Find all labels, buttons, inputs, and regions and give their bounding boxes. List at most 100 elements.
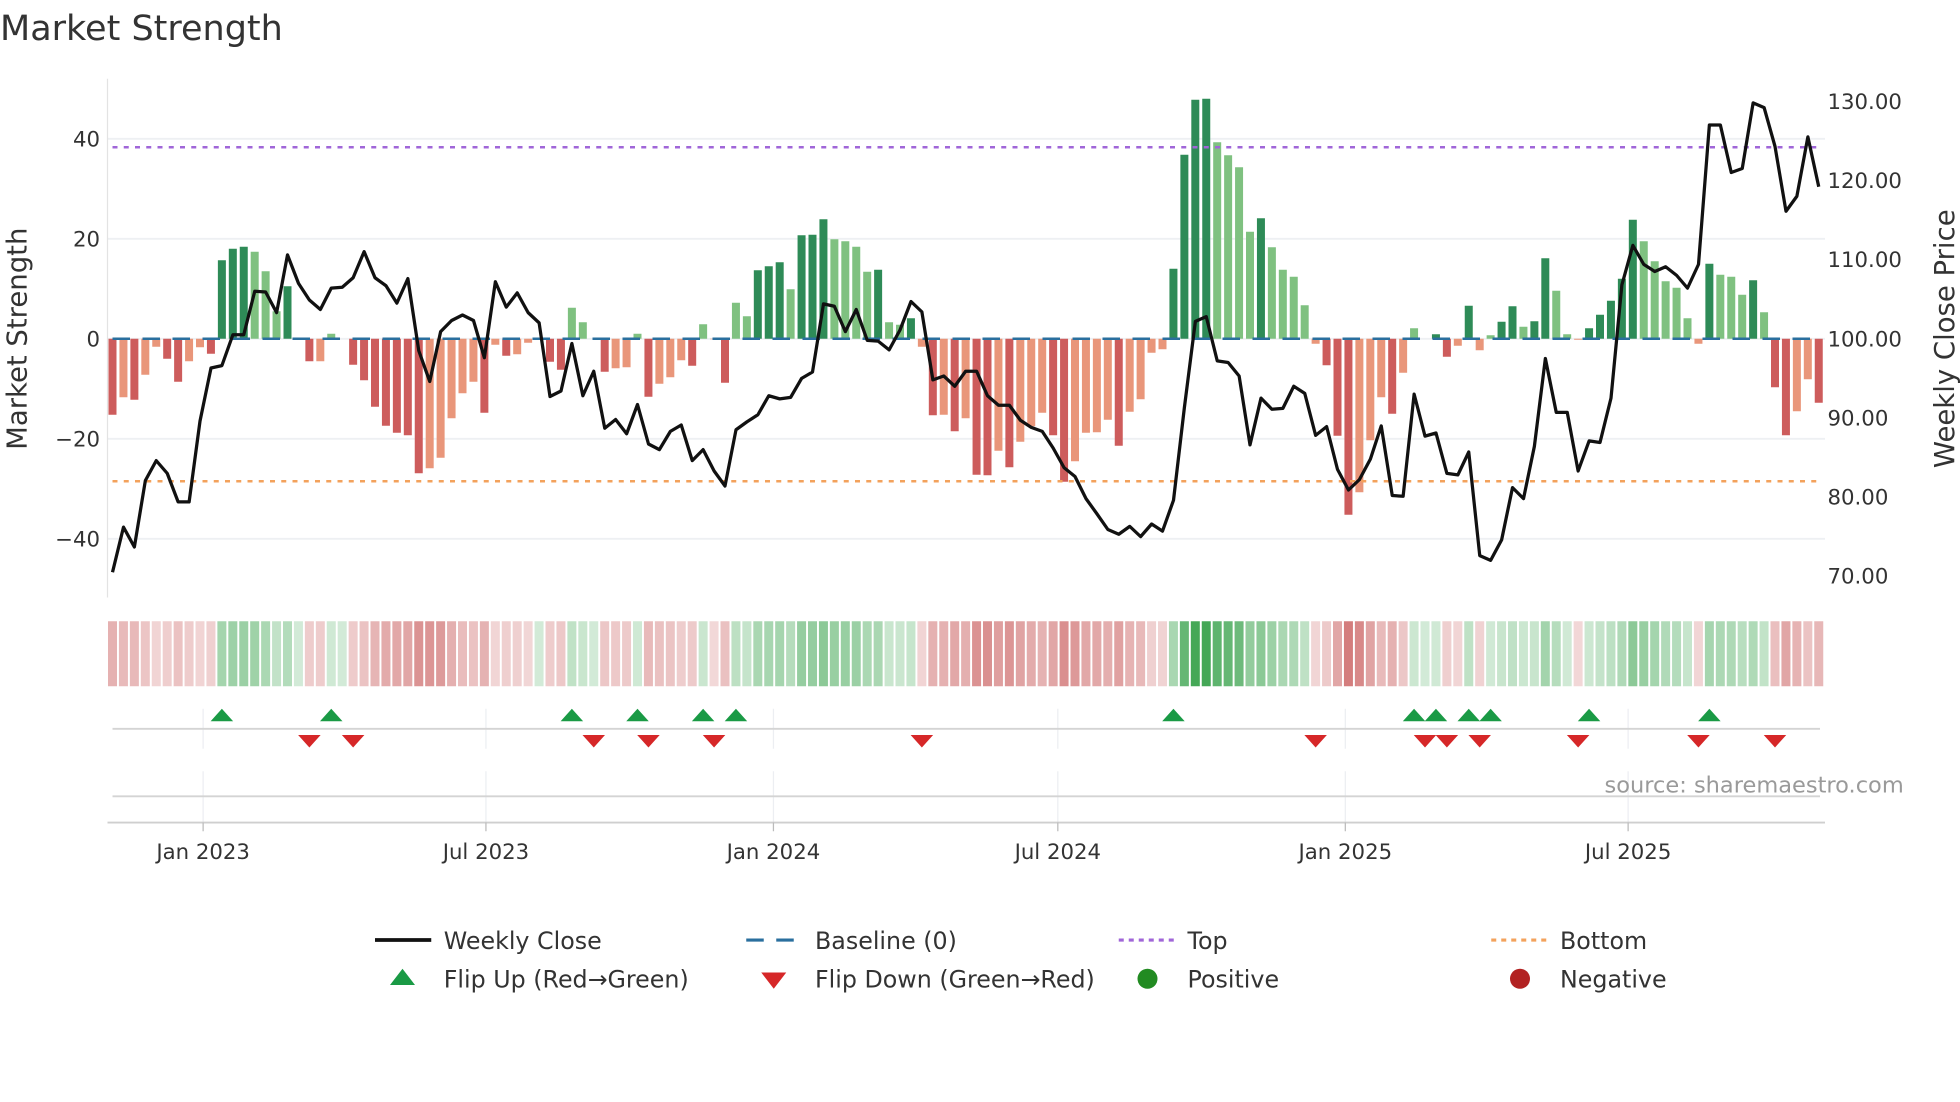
heat-strip-cell <box>1814 621 1824 687</box>
heat-strip-cell <box>1759 621 1769 687</box>
heat-strip-cell <box>545 621 555 687</box>
heat-strip-cell <box>808 621 818 687</box>
x-tick-label: Jan 2024 <box>725 840 821 865</box>
heat-strip-cell <box>326 621 336 687</box>
flip-up-marker <box>1424 708 1448 722</box>
heat-strip-cell <box>403 621 413 687</box>
heat-strip-cell <box>1267 621 1277 687</box>
heat-strip-cell <box>1475 621 1485 687</box>
heat-strip-cell <box>1322 621 1332 687</box>
heat-strip-cell <box>1136 621 1146 687</box>
negative-bar <box>206 338 215 354</box>
heat-strip-cell <box>1114 621 1124 687</box>
x-ticks: Jan 2023 Jul 2023 Jan 2024 Jul 2024 Jan 2025… <box>154 822 1671 865</box>
heat-strip-cell <box>283 621 292 687</box>
heat-strip-cell <box>1595 621 1605 687</box>
positive-bar <box>764 266 773 339</box>
negative-bar <box>1136 338 1145 400</box>
flip-down-marker <box>702 735 726 748</box>
heat-strip-cell <box>392 621 402 687</box>
negative-bar <box>622 338 631 368</box>
heat-strip-cell <box>479 621 489 687</box>
heat-strip-cell <box>862 621 872 687</box>
heat-strip-cell <box>567 621 577 687</box>
heat-strip-cell <box>151 621 161 687</box>
negative-bar <box>196 338 204 348</box>
legend-triangle-up-icon <box>390 968 415 985</box>
flip-up-marker <box>724 708 748 722</box>
negative-bar <box>546 338 554 362</box>
heat-strip-cell <box>468 621 478 687</box>
heat-strip-cell <box>370 621 380 687</box>
heat-strip-cell <box>490 621 500 687</box>
y2-tick-label: 80.00 <box>1828 486 1889 511</box>
legend-label: Bottom <box>1560 927 1647 955</box>
heat-strip-cell <box>1529 621 1539 687</box>
heat-strip-cell <box>1617 621 1627 687</box>
heat-strip-cell <box>195 621 205 687</box>
heat-strip-cell <box>1518 621 1528 687</box>
heat-strip-cell <box>884 621 894 687</box>
negative-bar <box>666 338 675 378</box>
heat-strip-cell <box>611 621 621 687</box>
positive-bar <box>1760 312 1769 339</box>
negative-bar <box>1103 338 1112 420</box>
legend-label: Negative <box>1560 966 1667 994</box>
legend-label: Top <box>1187 927 1228 955</box>
negative-bar <box>371 338 379 407</box>
positive-bar <box>699 324 708 339</box>
heat-strip-cell <box>1092 621 1102 687</box>
heat-strip-cell <box>775 621 785 687</box>
negative-bar <box>1114 338 1123 446</box>
heat-strip-cell <box>1333 621 1342 687</box>
heat-strip-cell <box>709 621 719 687</box>
positive-bar <box>1727 276 1736 339</box>
flip-up-marker <box>320 708 343 722</box>
negative-bar <box>1027 338 1036 427</box>
heat-strip-cell <box>1158 621 1167 687</box>
heat-strip-cell <box>1289 621 1299 687</box>
flip-down-marker <box>1304 735 1327 748</box>
positive-bar <box>753 270 762 339</box>
heat-strip-cell <box>1486 621 1496 687</box>
heat-strip-cell <box>1004 621 1014 687</box>
positive-bar <box>874 269 883 339</box>
positive-bar <box>228 248 237 339</box>
heat-strip-cell <box>840 621 850 687</box>
positive-bar <box>775 262 784 339</box>
flip-up-marker <box>1457 708 1480 722</box>
heat-strip-cell <box>1792 621 1802 687</box>
positive-bar <box>1410 328 1419 339</box>
heat-strip-cell <box>1147 621 1157 687</box>
heat-strip-cell <box>184 621 194 687</box>
positive-bar <box>742 316 751 339</box>
negative-bar <box>436 338 445 458</box>
heat-strip-cell <box>217 621 227 687</box>
positive-bar <box>808 234 817 339</box>
positive-bar <box>1596 314 1605 339</box>
negative-bar <box>1377 338 1386 398</box>
positive-bar <box>1585 328 1594 339</box>
heat-strip-cell <box>1803 621 1813 687</box>
negative-bar <box>1005 338 1014 468</box>
positive-bar <box>1202 98 1211 339</box>
heat-strip-cell <box>797 621 807 687</box>
heat-strip-cell <box>1726 621 1736 687</box>
heat-strip-cell <box>720 621 730 687</box>
flip-down-marker <box>1413 735 1437 748</box>
legend-item: Negative <box>1510 966 1667 994</box>
negative-bar <box>1803 338 1812 380</box>
positive-bar <box>1661 281 1670 339</box>
flip-up-marker <box>210 708 234 722</box>
heat-strip-cell <box>1508 621 1517 687</box>
positive-bar <box>731 302 740 339</box>
negative-bar <box>1388 338 1397 414</box>
flip-down-marker <box>582 735 605 748</box>
negative-bar <box>655 338 664 384</box>
negative-bar <box>141 338 150 375</box>
legend-circle-icon <box>1510 968 1530 989</box>
heat-strip-cell <box>1256 621 1266 687</box>
negative-bar <box>447 338 456 419</box>
negative-bar <box>1453 338 1462 346</box>
y2-tick-label: 120.00 <box>1828 169 1902 194</box>
